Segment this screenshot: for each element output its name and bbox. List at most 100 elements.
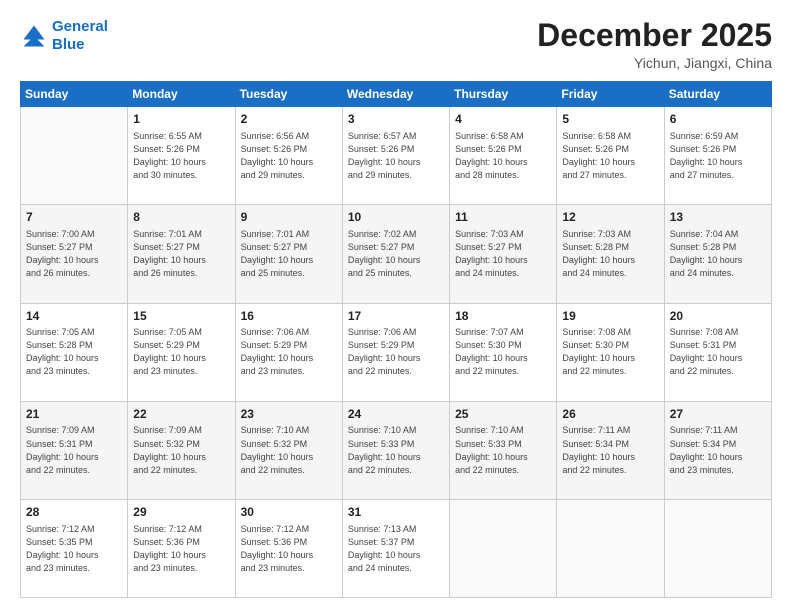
day-info: Sunrise: 6:58 AM Sunset: 5:26 PM Dayligh… xyxy=(562,130,658,182)
calendar-day-cell: 8 Sunrise: 7:01 AM Sunset: 5:27 PM Daylig… xyxy=(128,205,235,303)
day-number: 18 xyxy=(455,308,551,325)
day-info: Sunrise: 7:03 AM Sunset: 5:27 PM Dayligh… xyxy=(455,228,551,280)
calendar-day-cell: 26Sunrise: 7:11 AM Sunset: 5:34 PM Dayli… xyxy=(557,401,664,499)
calendar-day-cell: 23Sunrise: 7:10 AM Sunset: 5:32 PM Dayli… xyxy=(235,401,342,499)
day-info: Sunrise: 6:59 AM Sunset: 5:26 PM Dayligh… xyxy=(670,130,766,182)
calendar-day-cell: 31 Sunrise: 7:13 AM Sunset: 5:37 PM Dayli… xyxy=(342,499,449,597)
day-number: 27 xyxy=(670,406,766,423)
title-area: December 2025 Yichun, Jiangxi, China xyxy=(537,18,772,71)
calendar-day-cell: 29Sunrise: 7:12 AM Sunset: 5:36 PM Dayli… xyxy=(128,499,235,597)
empty-cell xyxy=(21,107,128,205)
calendar-day-cell: 22Sunrise: 7:09 AM Sunset: 5:32 PM Dayli… xyxy=(128,401,235,499)
day-number: 17 xyxy=(348,308,444,325)
day-info: Sunrise: 7:01 AM Sunset: 5:27 PM Dayligh… xyxy=(133,228,229,280)
day-number: 16 xyxy=(241,308,337,325)
day-info: Sunrise: 7:00 AM Sunset: 5:27 PM Dayligh… xyxy=(26,228,122,280)
empty-cell xyxy=(557,499,664,597)
day-info: Sunrise: 7:07 AM Sunset: 5:30 PM Dayligh… xyxy=(455,326,551,378)
day-number: 5 xyxy=(562,111,658,128)
calendar-day-cell: 18Sunrise: 7:07 AM Sunset: 5:30 PM Dayli… xyxy=(450,303,557,401)
calendar-day-cell: 27Sunrise: 7:11 AM Sunset: 5:34 PM Dayli… xyxy=(664,401,771,499)
day-of-week-header: Sunday xyxy=(21,82,128,107)
page: General Blue December 2025 Yichun, Jiang… xyxy=(0,0,792,612)
day-number: 7 xyxy=(26,209,122,226)
calendar-day-cell: 19Sunrise: 7:08 AM Sunset: 5:30 PM Dayli… xyxy=(557,303,664,401)
day-number: 28 xyxy=(26,504,122,521)
calendar-day-cell: 4 Sunrise: 6:58 AM Sunset: 5:26 PM Daylig… xyxy=(450,107,557,205)
day-of-week-header: Tuesday xyxy=(235,82,342,107)
day-number: 3 xyxy=(348,111,444,128)
day-number: 29 xyxy=(133,504,229,521)
logo-line1: General xyxy=(52,18,108,35)
day-number: 6 xyxy=(670,111,766,128)
day-number: 11 xyxy=(455,209,551,226)
day-info: Sunrise: 7:11 AM Sunset: 5:34 PM Dayligh… xyxy=(562,424,658,476)
location: Yichun, Jiangxi, China xyxy=(537,55,772,71)
day-number: 25 xyxy=(455,406,551,423)
calendar-day-cell: 5 Sunrise: 6:58 AM Sunset: 5:26 PM Daylig… xyxy=(557,107,664,205)
day-info: Sunrise: 7:08 AM Sunset: 5:30 PM Dayligh… xyxy=(562,326,658,378)
calendar-day-cell: 16Sunrise: 7:06 AM Sunset: 5:29 PM Dayli… xyxy=(235,303,342,401)
day-number: 2 xyxy=(241,111,337,128)
calendar-day-cell: 2Sunrise: 6:56 AM Sunset: 5:26 PM Daylig… xyxy=(235,107,342,205)
calendar-day-cell: 20Sunrise: 7:08 AM Sunset: 5:31 PM Dayli… xyxy=(664,303,771,401)
day-number: 26 xyxy=(562,406,658,423)
day-of-week-header: Friday xyxy=(557,82,664,107)
day-info: Sunrise: 7:03 AM Sunset: 5:28 PM Dayligh… xyxy=(562,228,658,280)
day-info: Sunrise: 7:10 AM Sunset: 5:33 PM Dayligh… xyxy=(348,424,444,476)
calendar-day-cell: 3Sunrise: 6:57 AM Sunset: 5:26 PM Daylig… xyxy=(342,107,449,205)
calendar-day-cell: 10 Sunrise: 7:02 AM Sunset: 5:27 PM Dayli… xyxy=(342,205,449,303)
day-info: Sunrise: 7:12 AM Sunset: 5:36 PM Dayligh… xyxy=(241,523,337,575)
calendar-day-cell: 1 Sunrise: 6:55 AM Sunset: 5:26 PM Daylig… xyxy=(128,107,235,205)
empty-cell xyxy=(450,499,557,597)
calendar-day-cell: 28 Sunrise: 7:12 AM Sunset: 5:35 PM Dayli… xyxy=(21,499,128,597)
day-number: 22 xyxy=(133,406,229,423)
day-info: Sunrise: 6:58 AM Sunset: 5:26 PM Dayligh… xyxy=(455,130,551,182)
day-number: 10 xyxy=(348,209,444,226)
day-number: 13 xyxy=(670,209,766,226)
day-info: Sunrise: 7:05 AM Sunset: 5:28 PM Dayligh… xyxy=(26,326,122,378)
day-info: Sunrise: 7:11 AM Sunset: 5:34 PM Dayligh… xyxy=(670,424,766,476)
day-number: 15 xyxy=(133,308,229,325)
day-number: 14 xyxy=(26,308,122,325)
calendar-day-cell: 24Sunrise: 7:10 AM Sunset: 5:33 PM Dayli… xyxy=(342,401,449,499)
calendar-day-cell: 17Sunrise: 7:06 AM Sunset: 5:29 PM Dayli… xyxy=(342,303,449,401)
day-number: 1 xyxy=(133,111,229,128)
day-number: 8 xyxy=(133,209,229,226)
day-info: Sunrise: 7:06 AM Sunset: 5:29 PM Dayligh… xyxy=(241,326,337,378)
calendar-day-cell: 7 Sunrise: 7:00 AM Sunset: 5:27 PM Daylig… xyxy=(21,205,128,303)
day-info: Sunrise: 7:04 AM Sunset: 5:28 PM Dayligh… xyxy=(670,228,766,280)
day-number: 31 xyxy=(348,504,444,521)
calendar-day-cell: 15Sunrise: 7:05 AM Sunset: 5:29 PM Dayli… xyxy=(128,303,235,401)
logo-line2: Blue xyxy=(52,36,85,53)
day-number: 20 xyxy=(670,308,766,325)
day-number: 9 xyxy=(241,209,337,226)
calendar-day-cell: 11 Sunrise: 7:03 AM Sunset: 5:27 PM Dayli… xyxy=(450,205,557,303)
day-number: 24 xyxy=(348,406,444,423)
day-info: Sunrise: 7:10 AM Sunset: 5:32 PM Dayligh… xyxy=(241,424,337,476)
day-info: Sunrise: 7:06 AM Sunset: 5:29 PM Dayligh… xyxy=(348,326,444,378)
day-info: Sunrise: 7:13 AM Sunset: 5:37 PM Dayligh… xyxy=(348,523,444,575)
day-number: 23 xyxy=(241,406,337,423)
calendar-day-cell: 9 Sunrise: 7:01 AM Sunset: 5:27 PM Daylig… xyxy=(235,205,342,303)
day-info: Sunrise: 7:12 AM Sunset: 5:35 PM Dayligh… xyxy=(26,523,122,575)
calendar-day-cell: 13 Sunrise: 7:04 AM Sunset: 5:28 PM Dayli… xyxy=(664,205,771,303)
day-of-week-header: Monday xyxy=(128,82,235,107)
month-title: December 2025 xyxy=(537,18,772,53)
day-info: Sunrise: 7:09 AM Sunset: 5:32 PM Dayligh… xyxy=(133,424,229,476)
logo-icon xyxy=(20,22,48,50)
calendar-day-cell: 12Sunrise: 7:03 AM Sunset: 5:28 PM Dayli… xyxy=(557,205,664,303)
calendar-day-cell: 25Sunrise: 7:10 AM Sunset: 5:33 PM Dayli… xyxy=(450,401,557,499)
logo-text: General Blue xyxy=(52,18,108,54)
day-info: Sunrise: 7:01 AM Sunset: 5:27 PM Dayligh… xyxy=(241,228,337,280)
day-info: Sunrise: 7:09 AM Sunset: 5:31 PM Dayligh… xyxy=(26,424,122,476)
calendar-day-cell: 21Sunrise: 7:09 AM Sunset: 5:31 PM Dayli… xyxy=(21,401,128,499)
day-info: Sunrise: 7:08 AM Sunset: 5:31 PM Dayligh… xyxy=(670,326,766,378)
day-info: Sunrise: 7:02 AM Sunset: 5:27 PM Dayligh… xyxy=(348,228,444,280)
day-number: 30 xyxy=(241,504,337,521)
empty-cell xyxy=(664,499,771,597)
day-number: 4 xyxy=(455,111,551,128)
day-of-week-header: Wednesday xyxy=(342,82,449,107)
day-info: Sunrise: 6:55 AM Sunset: 5:26 PM Dayligh… xyxy=(133,130,229,182)
calendar-table: SundayMondayTuesdayWednesdayThursdayFrid… xyxy=(20,81,772,598)
